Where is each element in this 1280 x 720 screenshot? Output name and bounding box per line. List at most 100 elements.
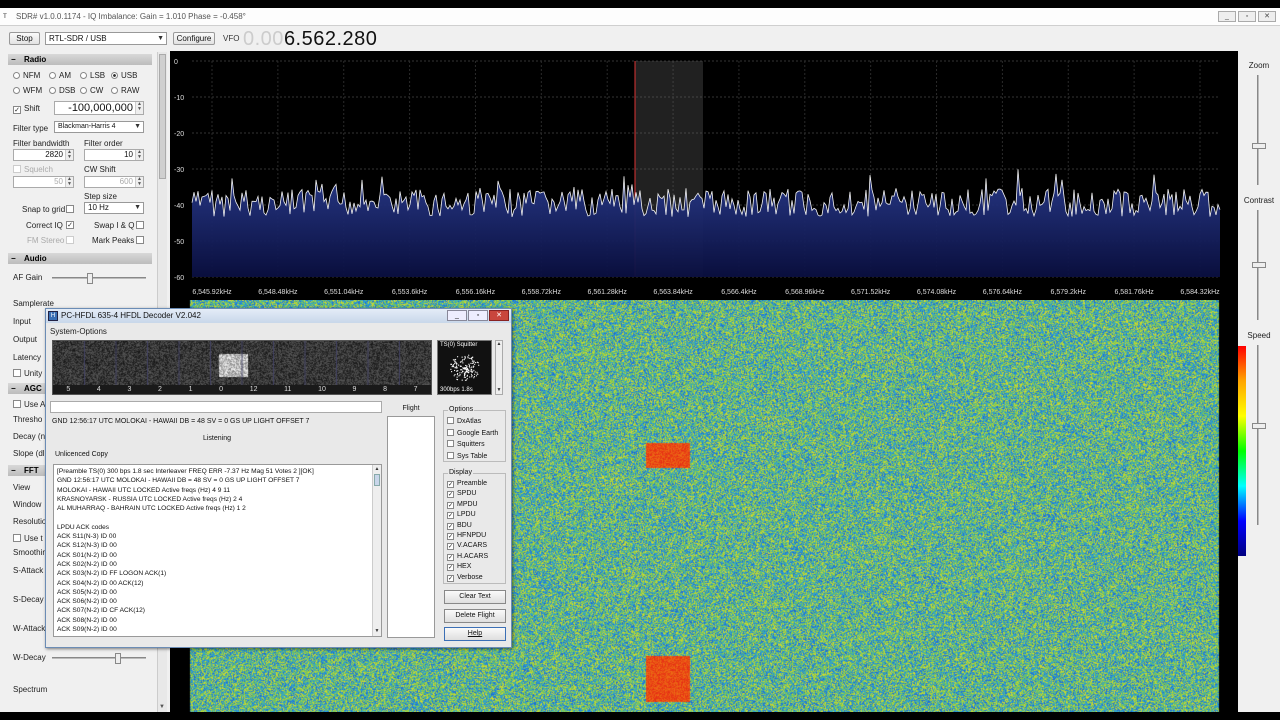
cw-shift-input[interactable]: 600 ▲ ▼ xyxy=(84,176,144,188)
zoom-slider[interactable] xyxy=(1252,75,1266,185)
option-google-earth-checkbox[interactable]: Google Earth xyxy=(447,428,498,437)
log-scrollbar[interactable]: ▲ ▼ xyxy=(372,465,381,636)
spin-arrows-icon[interactable]: ▲ ▼ xyxy=(65,150,73,160)
slider-thumb[interactable] xyxy=(1252,423,1266,430)
slider-thumb[interactable] xyxy=(115,653,122,664)
scroll-up-icon[interactable]: ▲ xyxy=(373,465,381,474)
vfo-leading-digits: 0.00 xyxy=(243,28,284,50)
vfo-label: VFO xyxy=(223,34,240,43)
spin-arrows-icon[interactable]: ▲ ▼ xyxy=(135,177,143,187)
speed-slider[interactable] xyxy=(1252,345,1266,525)
decoder-maximize-button[interactable]: ▫ xyxy=(468,310,488,321)
display-v-acars-checkbox[interactable]: ✓ V.ACARS xyxy=(447,542,488,551)
checkbox-icon xyxy=(447,451,454,459)
vfo-frequency[interactable]: 0.006.562.280 xyxy=(243,28,377,51)
scrollbar-thumb[interactable] xyxy=(159,54,166,179)
option-dxatlas-checkbox[interactable]: DxAtlas xyxy=(447,417,481,425)
decoder-input-field[interactable] xyxy=(50,401,382,413)
swap-iq-checkbox[interactable] xyxy=(136,221,144,229)
maximize-button[interactable]: ▫ xyxy=(1238,11,1256,22)
snap-to-grid-checkbox[interactable] xyxy=(66,205,74,213)
close-button[interactable]: ✕ xyxy=(1258,11,1276,22)
mode-nfm[interactable]: NFM xyxy=(13,71,40,80)
mark-peaks-checkbox[interactable] xyxy=(136,236,144,244)
scroll-up-icon[interactable]: ▲ xyxy=(496,341,502,347)
display-bdu-checkbox[interactable]: ✓ BDU xyxy=(447,522,472,530)
option-squitters-checkbox[interactable]: Squitters xyxy=(447,440,485,448)
checkbox-label: BDU xyxy=(457,521,472,529)
chevron-down-icon: ▼ xyxy=(134,123,141,130)
slider-thumb[interactable] xyxy=(1252,142,1266,149)
display-lpdu-checkbox[interactable]: ✓ LPDU xyxy=(447,511,476,520)
display-mpdu-checkbox[interactable]: ✓ MPDU xyxy=(447,501,478,509)
audio-section-header[interactable]: − Audio xyxy=(8,253,152,264)
mode-lsb[interactable]: LSB xyxy=(80,71,105,80)
checkbox-label: V.ACARS xyxy=(457,542,488,550)
correct-iq-checkbox[interactable]: ✓ xyxy=(66,221,74,229)
w-decay-slider[interactable] xyxy=(52,653,146,664)
fm-stereo-checkbox[interactable] xyxy=(66,236,74,244)
use-agc-checkbox[interactable]: Use A xyxy=(13,400,45,409)
contrast-label: Contrast xyxy=(1243,196,1275,205)
options-group: Options DxAtlas Google Earth Squitters Sys … xyxy=(443,406,506,462)
display-preamble-checkbox[interactable]: ✓ Preamble xyxy=(447,480,487,488)
squelch-input[interactable]: 50 ▲ ▼ xyxy=(13,176,74,188)
constellation-plot xyxy=(450,354,480,381)
mode-dsb[interactable]: DSB xyxy=(49,86,75,95)
stop-button[interactable]: Stop xyxy=(9,32,40,45)
step-size-select[interactable]: 10 Hz ▼ xyxy=(84,202,144,214)
mode-raw[interactable]: RAW xyxy=(111,86,139,95)
mode-wfm[interactable]: WFM xyxy=(13,86,42,95)
flight-list[interactable] xyxy=(387,416,435,638)
filter-type-select[interactable]: Blackman-Harris 4 ▼ xyxy=(54,121,144,133)
slider-thumb[interactable] xyxy=(87,273,94,284)
decoder-log[interactable]: [Preamble TS(0) 300 bps 1.8 sec Interlea… xyxy=(53,464,382,637)
scroll-down-icon[interactable]: ▼ xyxy=(373,627,381,636)
display-spdu-checkbox[interactable]: ✓ SPDU xyxy=(447,490,476,499)
scrollbar-thumb[interactable] xyxy=(374,474,380,486)
use-timestamps-checkbox[interactable]: Use t xyxy=(13,534,43,543)
constellation-point xyxy=(456,374,458,376)
minimize-button[interactable]: _ xyxy=(1218,11,1236,22)
constellation-point xyxy=(457,370,459,372)
check-icon: ✓ xyxy=(447,533,454,540)
scroll-down-icon[interactable]: ▼ xyxy=(496,387,502,393)
spin-arrows-icon[interactable]: ▲ ▼ xyxy=(65,177,73,187)
display-h-acars-checkbox[interactable]: ✓ H.ACARS xyxy=(447,553,488,561)
display-verbose-checkbox[interactable]: ✓ Verbose xyxy=(447,574,483,582)
shift-input[interactable]: -100,000,000 ▲ ▼ xyxy=(54,101,144,115)
display-hex-checkbox[interactable]: ✓ HEX xyxy=(447,563,471,572)
scroll-down-icon[interactable]: ▼ xyxy=(159,704,165,710)
squelch-checkbox[interactable]: Squelch xyxy=(13,165,53,174)
system-options-menu[interactable]: System-Options xyxy=(50,327,107,336)
clear-text-button[interactable]: Clear Text xyxy=(444,590,506,604)
spectrum-analyzer[interactable]: 0 -10 -20 -30 -40 -50 -60 6,545.92kHz 6,548.48kH… xyxy=(170,51,1238,303)
spin-arrows-icon[interactable]: ▲ ▼ xyxy=(135,150,143,160)
squitter-scrollbar[interactable]: ▲ ▼ xyxy=(495,340,503,395)
mode-cw[interactable]: CW xyxy=(80,86,103,95)
mode-usb[interactable]: USB xyxy=(111,71,137,80)
radio-section-header[interactable]: − Radio xyxy=(8,54,152,65)
constellation-point xyxy=(461,372,463,374)
unity-checkbox[interactable]: Unity xyxy=(13,369,42,378)
delete-flight-button[interactable]: Delete Flight xyxy=(444,609,506,623)
decoder-title-bar[interactable]: H PC-HFDL 635-4 HFDL Decoder V2.042 _ ▫ … xyxy=(46,309,511,323)
configure-button[interactable]: Configure xyxy=(173,32,215,45)
help-button[interactable]: Help xyxy=(444,627,506,641)
constellation-point xyxy=(471,360,473,362)
constellation-point xyxy=(459,372,461,374)
constellation-point xyxy=(478,364,480,366)
filter-bandwidth-input[interactable]: 2820 ▲ ▼ xyxy=(13,149,74,161)
decoder-minimize-button[interactable]: _ xyxy=(447,310,467,321)
display-hfnpdu-checkbox[interactable]: ✓ HFNPDU xyxy=(447,532,486,540)
option-sys-table-checkbox[interactable]: Sys Table xyxy=(447,451,487,460)
contrast-slider[interactable] xyxy=(1252,210,1266,320)
slider-thumb[interactable] xyxy=(1252,262,1266,268)
mode-am[interactable]: AM xyxy=(49,71,71,80)
af-gain-slider[interactable] xyxy=(52,273,146,284)
spin-arrows-icon[interactable]: ▲ ▼ xyxy=(135,102,143,114)
decoder-close-button[interactable]: ✕ xyxy=(489,310,509,321)
shift-checkbox[interactable]: ✓ Shift xyxy=(13,104,40,114)
device-select[interactable]: RTL-SDR / USB ▼ xyxy=(45,32,167,45)
filter-order-input[interactable]: 10 ▲ ▼ xyxy=(84,149,144,161)
